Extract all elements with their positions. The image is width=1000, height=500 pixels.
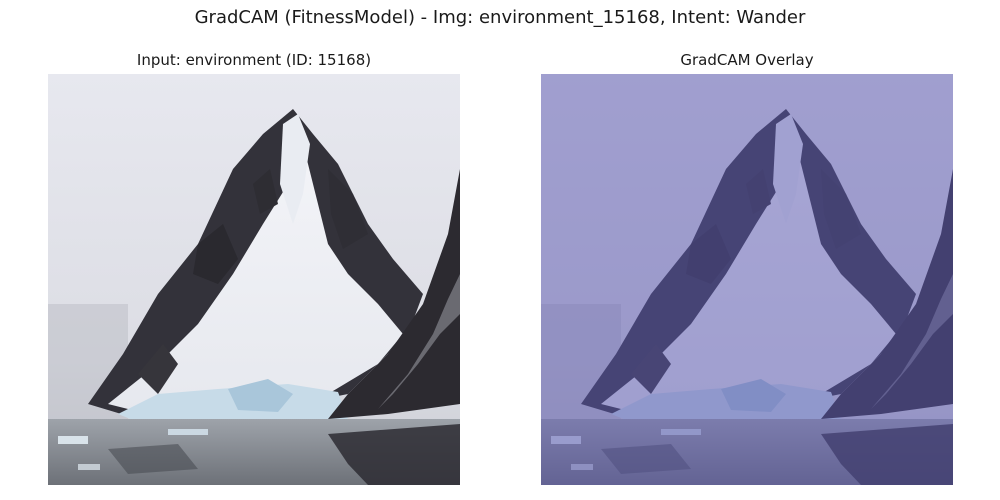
ice-floe [168,429,208,435]
ice-floe [78,464,100,470]
figure-title: GradCAM (FitnessModel) - Img: environmen… [194,7,806,28]
input-panel-title: Input: environment (ID: 15168) [136,51,372,69]
gradcam-overlay-image [541,74,953,485]
input-image [48,74,460,485]
ice-floe [58,436,88,444]
input-panel: Input: environment (ID: 15168) [48,50,460,485]
gradcam-panel: GradCAM Overlay [541,50,953,485]
heatmap-overlay [541,74,953,485]
gradcam-panel-title: GradCAM Overlay [680,51,814,69]
